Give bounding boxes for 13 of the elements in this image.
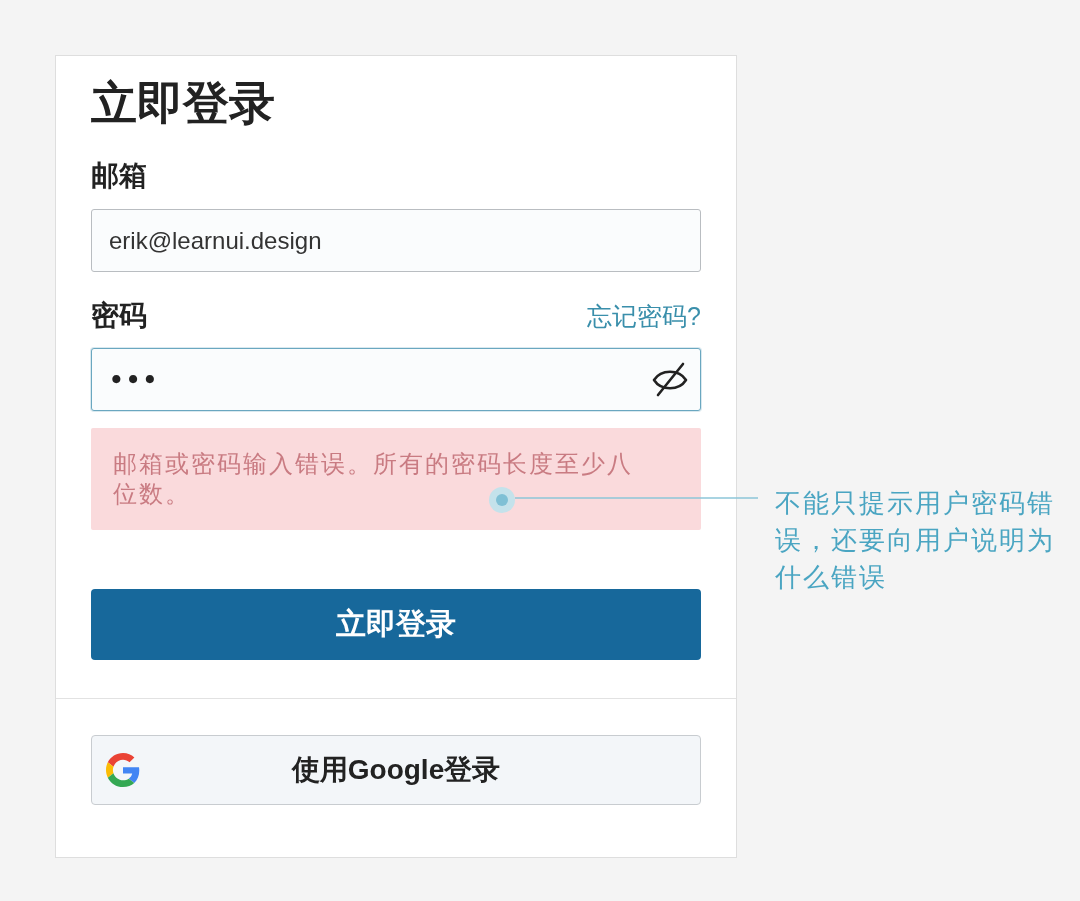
g-logo-icon (106, 753, 140, 787)
google-login-button[interactable]: 使用Google登录 (91, 735, 701, 805)
password-label: 密码 (91, 299, 147, 333)
password-field[interactable]: ••• (91, 348, 701, 411)
eye-slash-icon[interactable] (652, 362, 688, 397)
page-title: 立即登录 (91, 76, 275, 131)
error-message: 邮箱或密码输入错误。所有的密码长度至少八位数。 (91, 428, 701, 530)
dot-icon (489, 487, 515, 513)
email-label: 邮箱 (91, 159, 147, 193)
annotation-note: 不能只提示用户密码错误，还要向用户说明为什么错误 (775, 487, 1056, 594)
email-field[interactable]: erik@learnui.design (91, 209, 701, 272)
login-button[interactable]: 立即登录 (91, 589, 701, 660)
forgot-password-link[interactable]: 忘记密码? (587, 300, 701, 332)
